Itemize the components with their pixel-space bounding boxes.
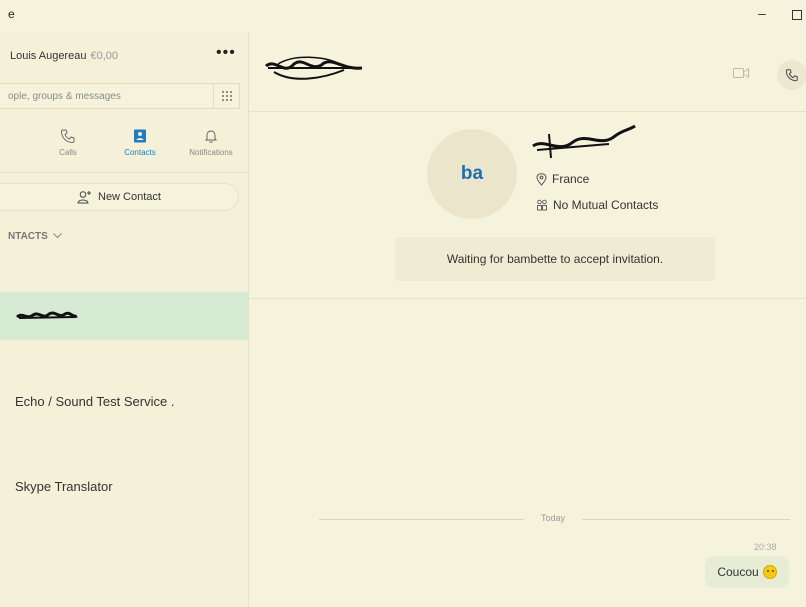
mutual-contacts-row: No Mutual Contacts <box>536 198 658 212</box>
contacts-icon <box>134 129 146 143</box>
skype-credit: €0,00 <box>90 50 118 62</box>
contacts-section-label: NTACTS <box>8 231 48 242</box>
contact-item-echo[interactable]: Echo / Sound Test Service . <box>0 377 248 425</box>
title-bar: e – <box>0 0 806 32</box>
phone-icon <box>785 69 798 82</box>
new-contact-label: New Contact <box>98 191 161 203</box>
redacted-scribble-icon <box>16 311 78 319</box>
tab-notifications-label: Notifications <box>189 148 233 157</box>
contact-item-translator[interactable]: Skype Translator <box>0 462 248 510</box>
sidebar: Louis Augereau€0,00 ••• Calls Contacts N <box>0 32 249 607</box>
more-options-button[interactable]: ••• <box>216 44 236 62</box>
people-icon <box>537 199 547 211</box>
smile-emoji-icon <box>762 565 777 579</box>
profile-name[interactable]: Louis Augereau €0,00 <box>10 50 118 62</box>
redacted-profile-name-icon <box>532 124 636 159</box>
divider <box>249 298 806 299</box>
conversation-header <box>249 32 806 112</box>
redacted-name-icon <box>265 56 363 80</box>
message-timestamp: 20:38 <box>754 542 777 552</box>
add-contact-icon <box>77 191 91 204</box>
chevron-down-icon <box>52 233 62 239</box>
video-call-button[interactable] <box>733 66 749 84</box>
search-box <box>0 83 240 109</box>
location-text: France <box>552 172 590 186</box>
bell-icon <box>204 130 218 143</box>
contact-name: Skype Translator <box>15 478 113 494</box>
window-title: e <box>8 7 15 21</box>
location-pin-icon <box>536 172 547 186</box>
new-contact-button[interactable]: New Contact <box>0 183 239 211</box>
minimize-button[interactable]: – <box>752 5 772 21</box>
contact-name: Echo / Sound Test Service . <box>15 393 175 409</box>
divider <box>582 519 790 520</box>
tab-calls-label: Calls <box>59 148 77 157</box>
audio-call-button[interactable] <box>777 60 806 90</box>
divider <box>319 519 524 520</box>
dialpad-button[interactable] <box>213 84 239 108</box>
mutual-contacts-text: No Mutual Contacts <box>553 198 659 212</box>
tab-contacts-label: Contacts <box>124 148 156 157</box>
divider <box>0 172 249 173</box>
tab-contacts[interactable]: Contacts <box>105 128 175 157</box>
video-camera-icon <box>733 68 749 78</box>
conversation-pane: ba France No Mutual Contacts Waiting for… <box>249 32 806 607</box>
contact-item-redacted[interactable] <box>0 292 248 340</box>
message-bubble[interactable]: Coucou <box>705 556 789 588</box>
contacts-section-header[interactable]: NTACTS <box>8 231 62 242</box>
tab-calls[interactable]: Calls <box>33 128 103 157</box>
tab-notifications[interactable]: Notifications <box>176 128 246 157</box>
maximize-button[interactable] <box>792 10 802 20</box>
message-text: Coucou <box>717 565 759 579</box>
search-input[interactable] <box>0 84 205 108</box>
day-separator-label: Today <box>540 513 566 523</box>
invitation-status: Waiting for bambette to accept invitatio… <box>395 237 715 281</box>
contact-avatar[interactable]: ba <box>427 129 517 219</box>
phone-icon <box>60 129 75 144</box>
location-row: France <box>536 172 589 186</box>
dialpad-icon <box>221 91 232 101</box>
nav-tabs: Calls Contacts Notifications <box>0 128 249 170</box>
profile-name-text: Louis Augereau <box>10 50 87 62</box>
